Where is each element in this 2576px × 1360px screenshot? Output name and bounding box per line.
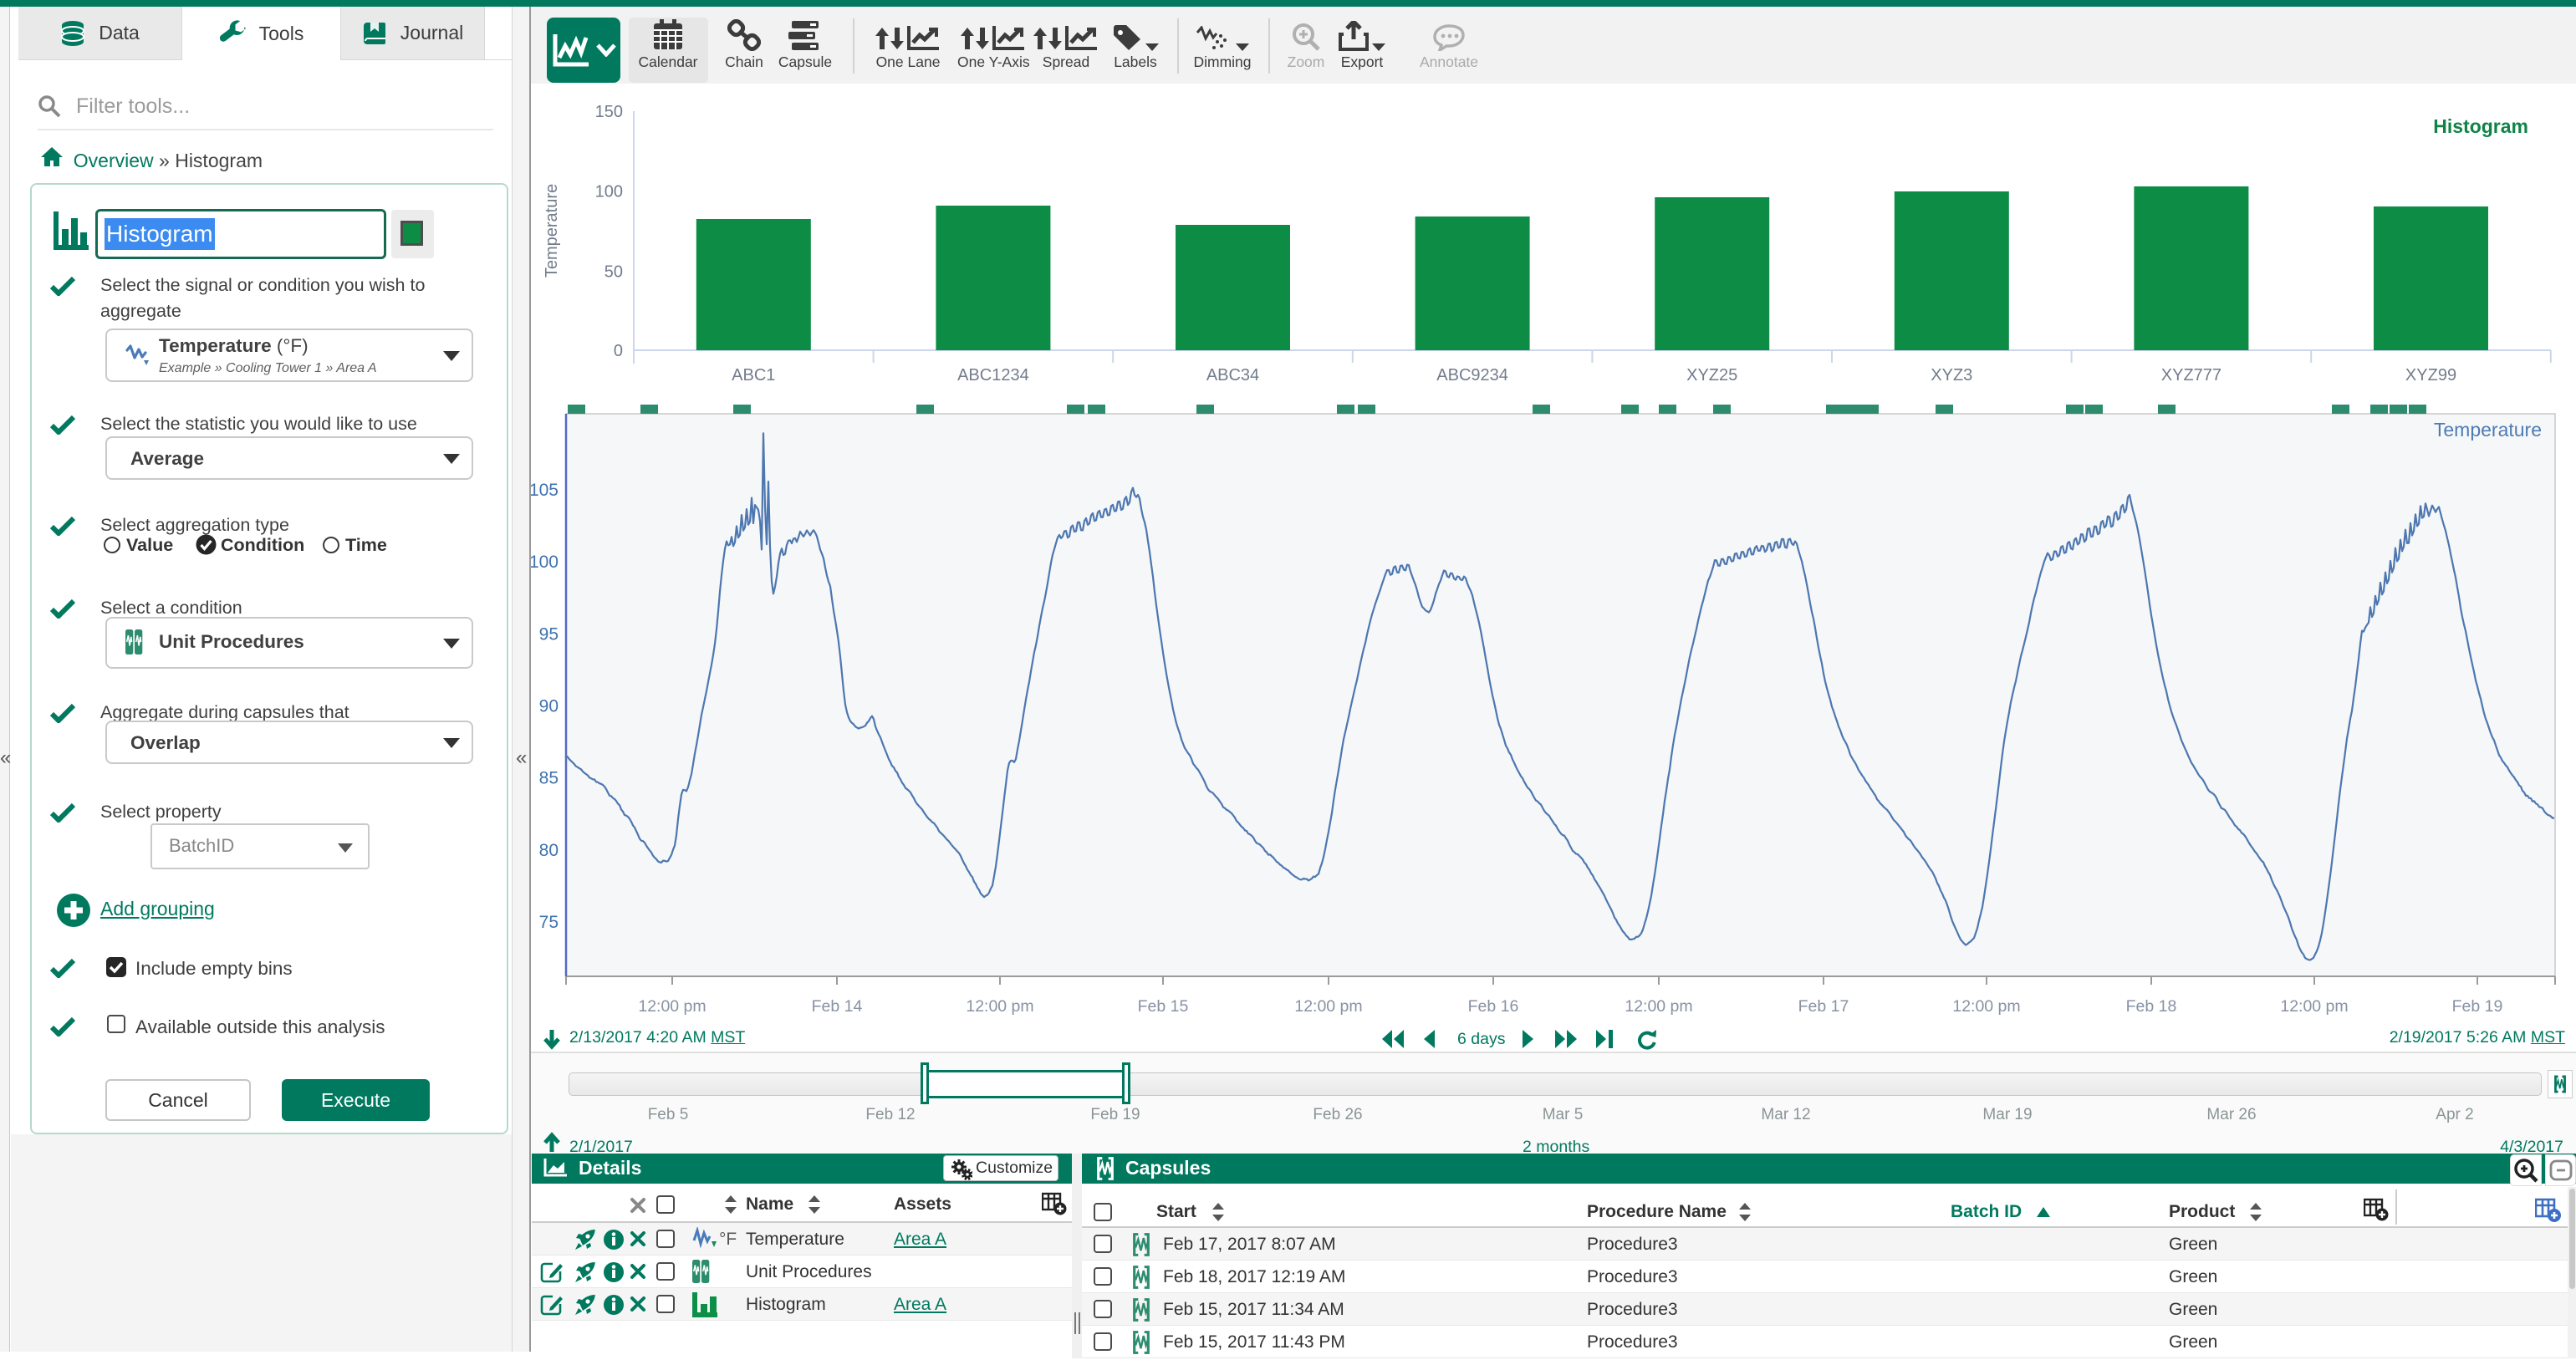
svg-text:75: 75 [539, 913, 559, 932]
svg-text:12:00 pm: 12:00 pm [1952, 997, 2020, 1016]
svg-text:80: 80 [539, 841, 559, 860]
svg-text:ABC1: ABC1 [732, 366, 775, 385]
svg-text:Feb 19: Feb 19 [2452, 997, 2503, 1016]
svg-text:Histogram: Histogram [2433, 115, 2528, 137]
svg-text:12:00 pm: 12:00 pm [638, 997, 706, 1016]
svg-text:Temperature: Temperature [2434, 419, 2542, 441]
svg-text:12:00 pm: 12:00 pm [2280, 997, 2348, 1016]
svg-text:ABC9234: ABC9234 [1436, 366, 1508, 385]
svg-text:12:00 pm: 12:00 pm [966, 997, 1033, 1016]
svg-text:12:00 pm: 12:00 pm [1625, 997, 1692, 1016]
svg-text:50: 50 [604, 262, 623, 281]
svg-text:Feb 18: Feb 18 [2126, 997, 2177, 1016]
svg-text:Feb 17: Feb 17 [1798, 997, 1849, 1016]
svg-text:ABC34: ABC34 [1206, 366, 1259, 385]
svg-text:100: 100 [595, 183, 623, 201]
svg-text:XYZ99: XYZ99 [2405, 366, 2456, 385]
svg-text:ABC1234: ABC1234 [957, 366, 1029, 385]
svg-text:0: 0 [614, 342, 623, 360]
svg-text:90: 90 [539, 696, 559, 716]
svg-text:Feb 16: Feb 16 [1468, 997, 1519, 1016]
svg-text:150: 150 [595, 103, 623, 121]
svg-text:XYZ777: XYZ777 [2161, 366, 2221, 385]
svg-text:105: 105 [531, 481, 559, 500]
svg-text:12:00 pm: 12:00 pm [1294, 997, 1362, 1016]
svg-text:85: 85 [539, 769, 559, 788]
svg-text:Feb 15: Feb 15 [1138, 997, 1189, 1016]
svg-text:XYZ25: XYZ25 [1686, 366, 1737, 385]
svg-text:XYZ3: XYZ3 [1931, 366, 1972, 385]
svg-text:Temperature: Temperature [543, 184, 561, 278]
svg-text:100: 100 [531, 553, 559, 572]
svg-text:95: 95 [539, 624, 559, 644]
svg-text:Feb 14: Feb 14 [812, 997, 863, 1016]
